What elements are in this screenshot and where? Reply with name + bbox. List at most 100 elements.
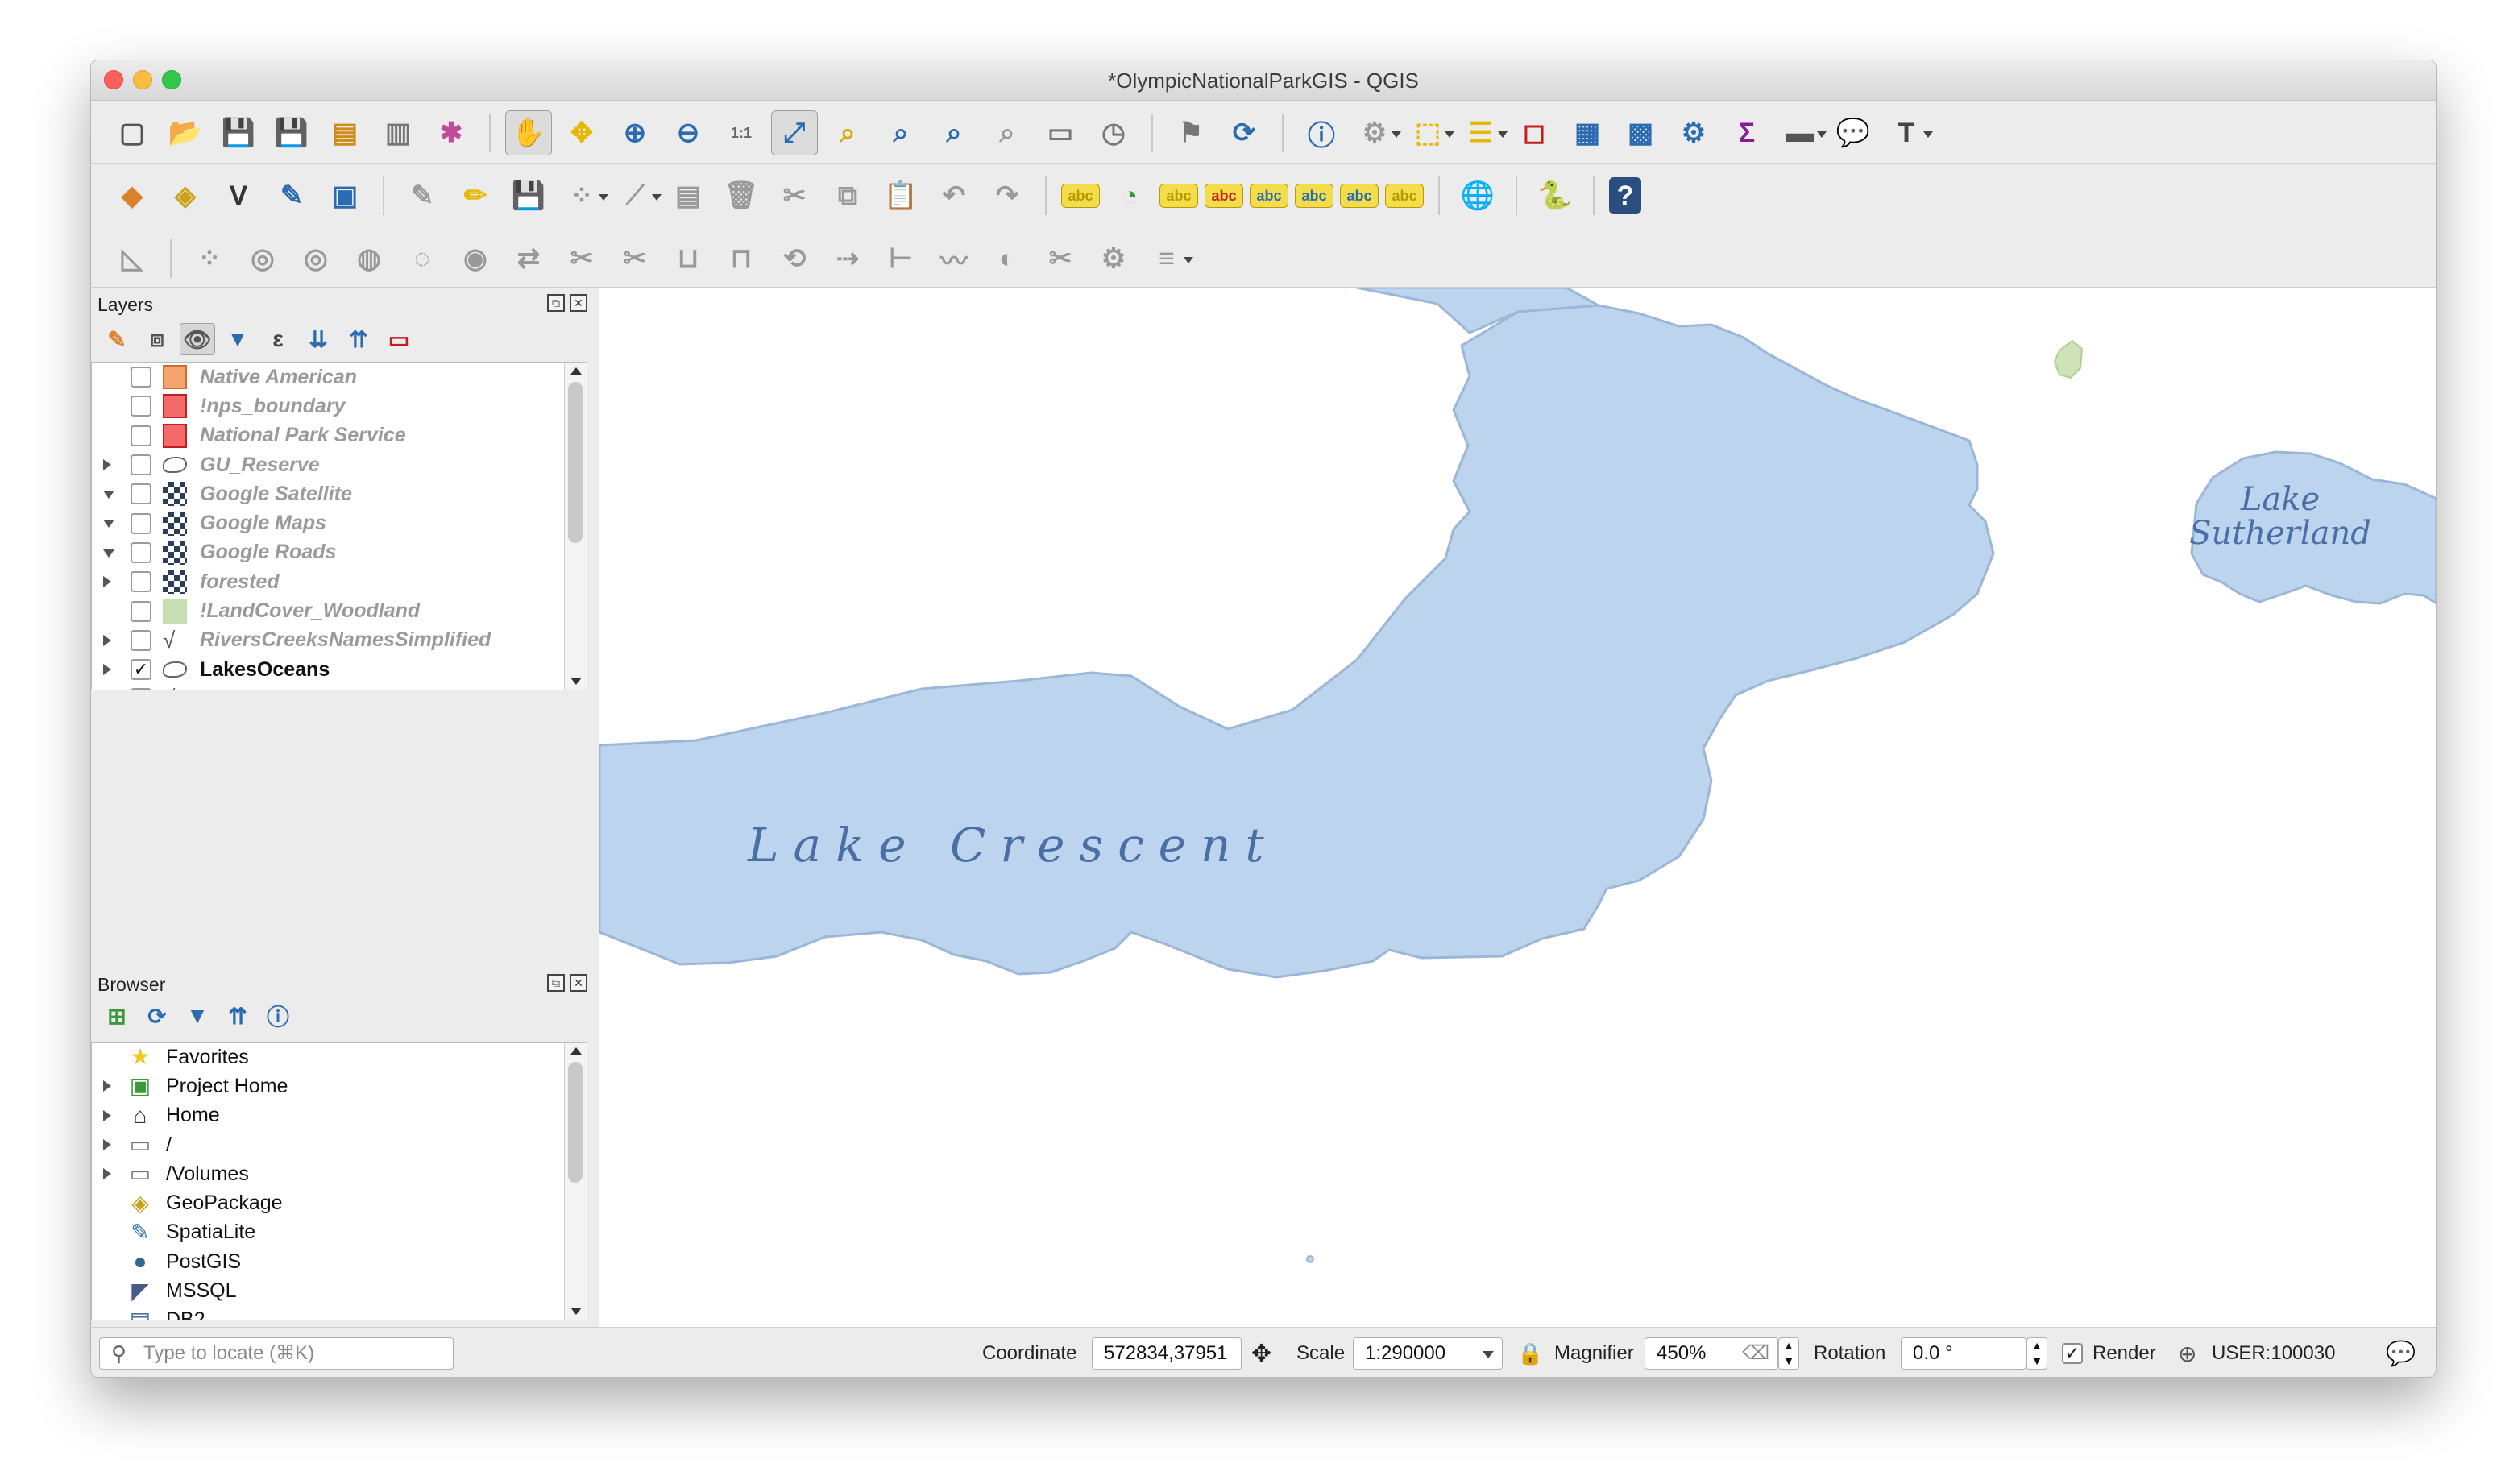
browser-item[interactable]: ● PostGIS bbox=[92, 1247, 566, 1276]
layers-scroll-thumb[interactable] bbox=[568, 382, 583, 543]
trim-extend-icon[interactable]: ⊢ bbox=[877, 236, 924, 281]
deselect-icon[interactable]: ◻ bbox=[1511, 110, 1557, 155]
paste-features-icon[interactable]: 📋 bbox=[877, 173, 924, 218]
chevron-right-icon[interactable] bbox=[103, 634, 114, 646]
layer-row[interactable]: Google Satellite bbox=[92, 479, 566, 508]
zoom-in-icon[interactable]: ⊕ bbox=[612, 110, 658, 155]
layout-manager-icon[interactable]: ▥ bbox=[375, 110, 421, 155]
layers-scrollbar[interactable] bbox=[564, 363, 587, 690]
browser-item[interactable]: ▭ / bbox=[92, 1130, 566, 1159]
new-spatialite-layer-icon[interactable]: ✎ bbox=[268, 173, 315, 218]
float-panel-icon[interactable]: ⧉ bbox=[547, 294, 565, 312]
crs-button[interactable]: USER:100030 bbox=[2212, 1328, 2335, 1377]
help-icon[interactable]: ? bbox=[1609, 177, 1641, 214]
zoom-to-selection-icon[interactable]: ⌕ bbox=[824, 110, 871, 155]
refresh-icon[interactable]: ⟳ bbox=[139, 1000, 175, 1032]
scroll-down-icon[interactable] bbox=[570, 1308, 582, 1315]
layer-row[interactable]: Google Roads bbox=[92, 538, 566, 567]
lock-scale-icon[interactable]: 🔒 bbox=[1517, 1328, 1543, 1377]
map-canvas[interactable]: Lake Crescent Lake Sutherland bbox=[599, 288, 2436, 1327]
zoom-out-icon[interactable]: ⊖ bbox=[665, 110, 711, 155]
layer-visibility-checkbox[interactable] bbox=[131, 367, 151, 388]
save-edits-icon[interactable]: 💾 bbox=[505, 173, 552, 218]
statistics-icon[interactable]: Σ bbox=[1723, 110, 1770, 155]
reshape-icon[interactable]: ◌ bbox=[399, 236, 446, 281]
offset-point-symbols-icon[interactable]: ⇢ bbox=[824, 236, 871, 281]
add-group-icon[interactable]: ⧈ bbox=[139, 323, 175, 355]
close-window-button[interactable] bbox=[104, 70, 123, 89]
layer-row[interactable]: √ Streams bbox=[92, 684, 566, 690]
select-by-value-icon[interactable]: ☰ bbox=[1458, 110, 1508, 155]
browser-item[interactable]: ▣ Project Home bbox=[92, 1072, 566, 1101]
pan-to-selection-icon[interactable]: ✥ bbox=[558, 110, 605, 155]
chevron-down-icon[interactable] bbox=[1483, 1351, 1494, 1358]
filter-legend-icon[interactable]: ▼ bbox=[220, 323, 255, 355]
field-calculator-icon[interactable]: ▩ bbox=[1617, 110, 1664, 155]
pin-labels-icon[interactable]: abc bbox=[1205, 184, 1243, 208]
rotate-point-symbols-icon[interactable]: ⟲ bbox=[771, 236, 818, 281]
run-action-icon[interactable]: ⚙ bbox=[1351, 110, 1401, 155]
open-project-icon[interactable]: 📂 bbox=[162, 110, 209, 155]
vertex-tool-icon[interactable]: ⟋ bbox=[612, 173, 662, 218]
align-icon[interactable]: ≡ bbox=[1143, 236, 1193, 281]
attribute-table-icon[interactable]: ▦ bbox=[1564, 110, 1611, 155]
temporal-controller-icon[interactable]: ◷ bbox=[1090, 110, 1137, 155]
layer-visibility-checkbox[interactable] bbox=[131, 600, 151, 622]
style-manager-icon[interactable]: ✱ bbox=[428, 110, 475, 155]
simplify-icon[interactable]: 〰 bbox=[931, 236, 977, 281]
delete-part-icon[interactable]: ◍ bbox=[346, 236, 392, 281]
new-map-view-icon[interactable]: ▭ bbox=[1037, 110, 1084, 155]
layer-visibility-checkbox[interactable] bbox=[131, 629, 151, 651]
float-panel-icon[interactable]: ⧉ bbox=[547, 974, 565, 992]
minimize-window-button[interactable] bbox=[133, 70, 152, 89]
new-project-icon[interactable]: ▢ bbox=[109, 110, 156, 155]
layer-row[interactable]: National Park Service bbox=[92, 421, 566, 450]
select-features-icon[interactable]: ⬚ bbox=[1404, 110, 1454, 155]
chevron-right-icon[interactable] bbox=[103, 1080, 114, 1092]
layer-row[interactable]: Native American bbox=[92, 363, 566, 392]
undo-icon[interactable]: ↶ bbox=[931, 173, 977, 218]
add-layer-icon[interactable]: ⊞ bbox=[99, 1000, 135, 1032]
new-virtual-layer-icon[interactable]: ▣ bbox=[321, 173, 368, 218]
processing-toolbox-icon[interactable]: ⚙ bbox=[1670, 110, 1717, 155]
scroll-up-icon[interactable] bbox=[570, 367, 582, 375]
layer-visibility-checkbox[interactable] bbox=[131, 483, 151, 505]
save-as-icon[interactable]: 💾 bbox=[268, 110, 315, 155]
new-print-layout-icon[interactable]: ▤ bbox=[321, 110, 368, 155]
measure-icon[interactable]: ▬ bbox=[1777, 110, 1827, 155]
collapse-all-icon[interactable]: ⇈ bbox=[341, 323, 376, 355]
plugin-globe-icon[interactable]: 🌐 bbox=[1454, 173, 1501, 218]
render-checkbox[interactable]: ✓ bbox=[2062, 1328, 2083, 1377]
delete-selected-icon[interactable]: 🗑 bbox=[718, 173, 765, 218]
expand-all-icon[interactable]: ⇊ bbox=[301, 323, 336, 355]
style-panel-icon[interactable]: ✎ bbox=[99, 323, 135, 355]
digitize-icon[interactable]: ⁘ bbox=[558, 173, 608, 218]
scale-feature-icon[interactable]: ⚙ bbox=[1090, 236, 1137, 281]
browser-item[interactable]: ✎ SpatiaLite bbox=[92, 1218, 566, 1247]
scale-combo[interactable]: 1:290000 bbox=[1353, 1337, 1503, 1370]
chevron-right-icon[interactable] bbox=[103, 1168, 114, 1180]
layer-visibility-checkbox[interactable] bbox=[131, 454, 151, 476]
chevron-right-icon[interactable] bbox=[103, 1139, 114, 1151]
offset-curve-icon[interactable]: ◉ bbox=[452, 236, 499, 281]
data-source-manager-icon[interactable]: ◆ bbox=[109, 173, 156, 218]
python-console-icon[interactable]: 🐍 bbox=[1532, 173, 1578, 218]
zoom-next-icon[interactable]: ⌕ bbox=[984, 110, 1031, 155]
add-ring-icon[interactable]: ⁘ bbox=[186, 236, 233, 281]
text-annotation-icon[interactable]: T bbox=[1883, 110, 1933, 155]
close-panel-icon[interactable]: ✕ bbox=[570, 294, 587, 312]
move-label-icon[interactable]: abc bbox=[1295, 184, 1333, 208]
layer-visibility-checkbox[interactable] bbox=[131, 396, 151, 417]
filter-browser-icon[interactable]: ▼ bbox=[180, 1000, 215, 1032]
chevron-down-icon[interactable] bbox=[103, 491, 114, 502]
zoom-native-icon[interactable]: 1:1 bbox=[718, 110, 765, 155]
zoom-to-layer-icon[interactable]: ⌕ bbox=[877, 110, 924, 155]
layer-row[interactable]: Google Maps bbox=[92, 508, 566, 537]
layer-row[interactable]: √ RiversCreeksNamesSimplified bbox=[92, 626, 566, 655]
cut-features-icon[interactable]: ✂ bbox=[771, 173, 818, 218]
modify-attributes-icon[interactable]: ▤ bbox=[665, 173, 711, 218]
clear-icon[interactable]: ⌫ bbox=[1742, 1338, 1769, 1369]
new-geopackage-layer-icon[interactable]: ◈ bbox=[162, 173, 209, 218]
layer-row[interactable]: ✓ LakesOceans bbox=[92, 655, 566, 684]
identify-icon[interactable]: ⓘ bbox=[1298, 110, 1345, 155]
